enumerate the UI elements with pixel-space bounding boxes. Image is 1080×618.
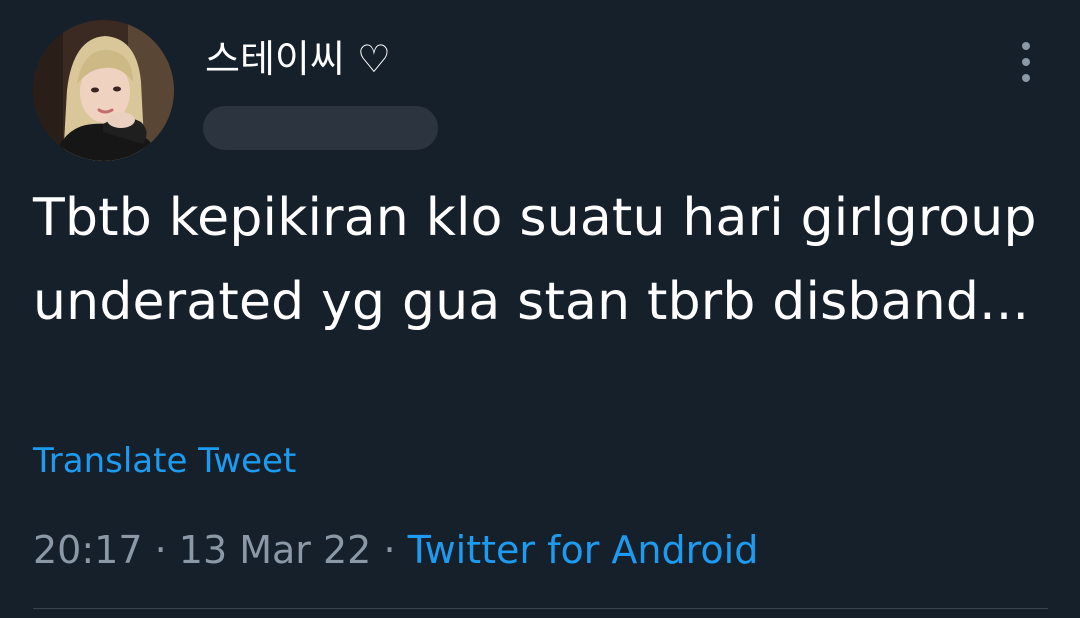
meta-separator: · — [383, 528, 396, 572]
tweet-text: Tbtb kepikiran klo suatu hari girlgroup … — [33, 188, 1037, 332]
avatar-photo — [33, 20, 174, 161]
tweet-time: 20:17 — [33, 528, 143, 572]
more-options-button[interactable] — [1014, 42, 1038, 82]
tweet-metadata: 20:17 · 13 Mar 22 · Twitter for Android — [33, 524, 758, 576]
translate-tweet-link[interactable]: Translate Tweet — [33, 438, 296, 484]
avatar[interactable] — [33, 20, 174, 161]
redacted-handle — [203, 106, 438, 150]
meta-separator: · — [154, 528, 167, 572]
tweet-card: 스테이씨 ♡ Tbtb kepikiran klo suatu hari gir… — [0, 0, 1080, 618]
display-name[interactable]: 스테이씨 ♡ — [205, 32, 391, 86]
tweet-source-link[interactable]: Twitter for Android — [408, 528, 759, 572]
divider — [33, 608, 1048, 609]
tweet-date: 13 Mar 22 — [178, 528, 372, 572]
